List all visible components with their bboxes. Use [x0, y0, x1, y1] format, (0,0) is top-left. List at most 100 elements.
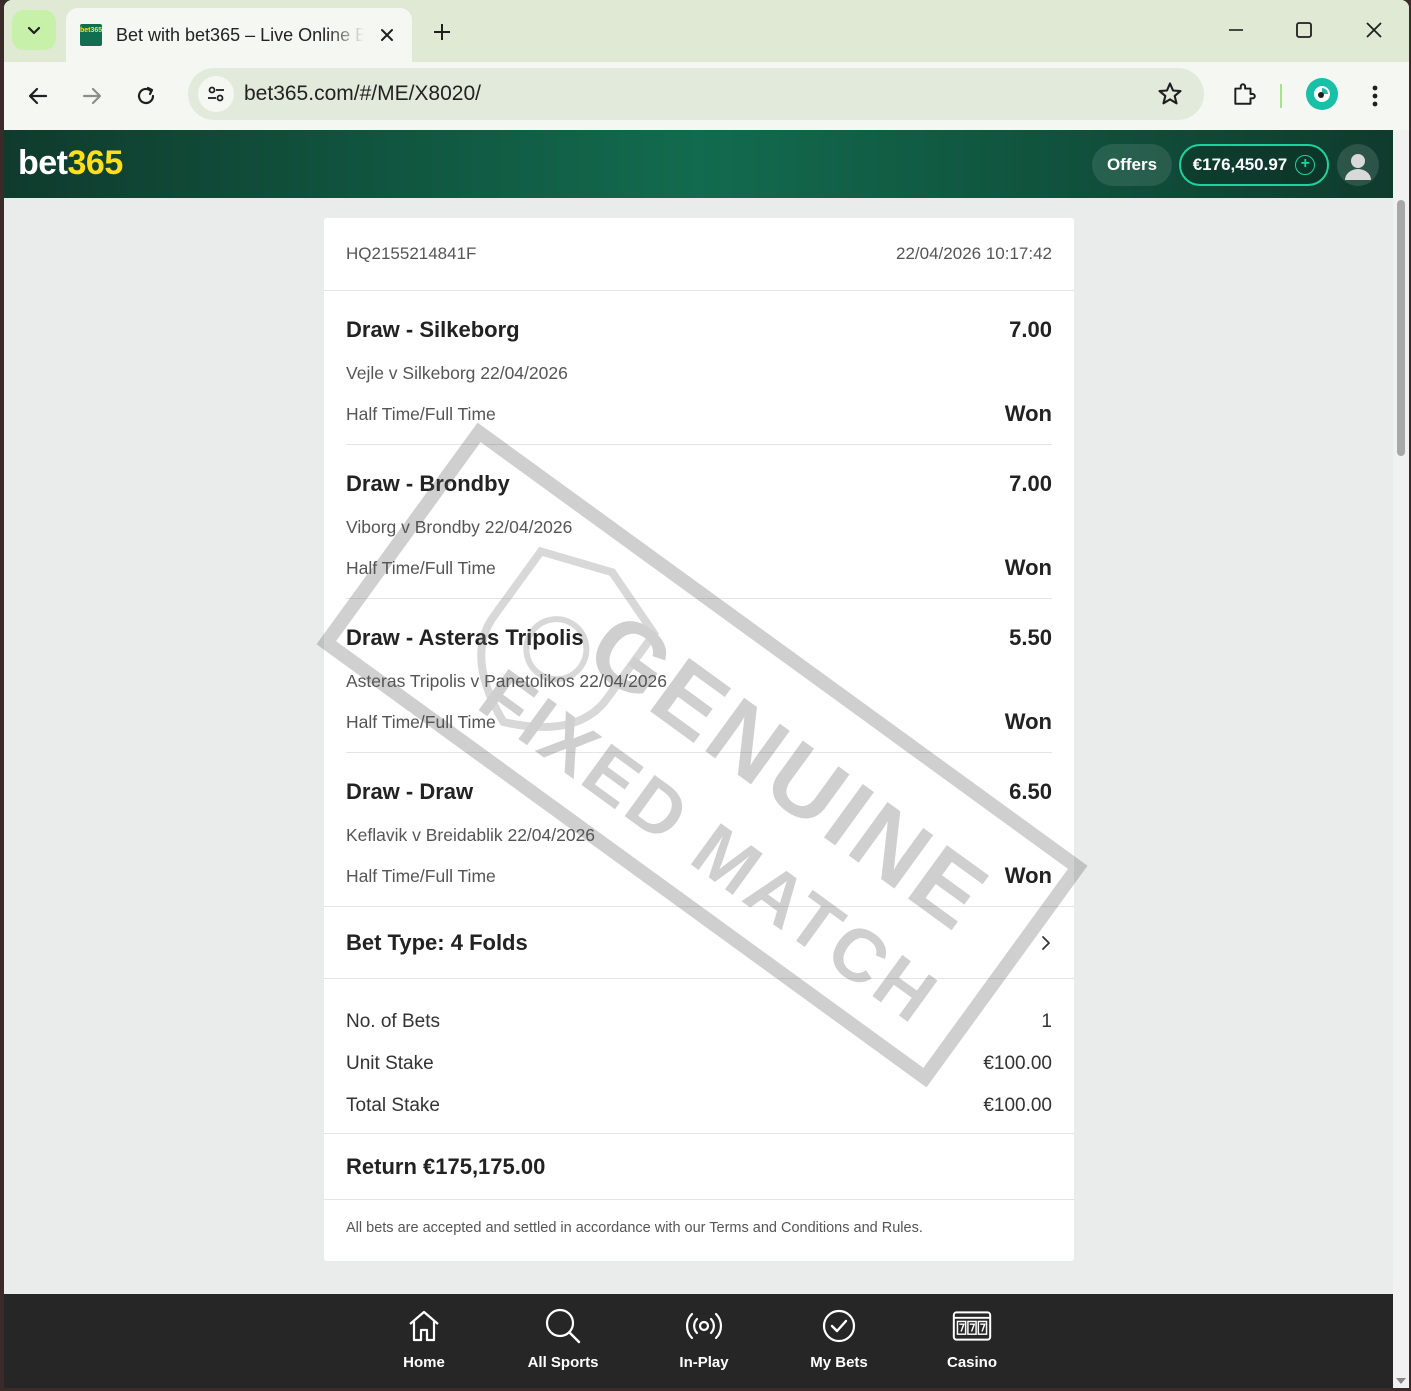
site-header: bet365 Offers €176,450.97 +: [4, 130, 1393, 198]
forward-button[interactable]: [72, 76, 112, 116]
broadcast-icon: [685, 1312, 723, 1340]
bet-selection: Draw - Asteras Tripolis 5.50 Asteras Tri…: [346, 599, 1052, 753]
selection-result: Won: [1004, 709, 1052, 734]
stake-value: 1: [1041, 1011, 1052, 1032]
selection-market: Half Time/Full Time: [346, 558, 496, 578]
bet365-favicon-icon: bet365: [80, 24, 102, 46]
page-scrollbar[interactable]: [1393, 130, 1409, 1388]
bet-receipt-card: HQ2155214841F 22/04/2026 10:17:42 Draw -…: [324, 218, 1074, 1261]
logo-text-yellow: 365: [67, 144, 124, 182]
close-icon: [1366, 22, 1382, 38]
balance-amount: €176,450.97: [1192, 155, 1288, 174]
star-icon: [1158, 82, 1182, 105]
active-tab[interactable]: bet365 Bet with bet365 – Live Online Bet…: [66, 8, 412, 62]
tab-title: Bet with bet365 – Live Online Betting: [116, 24, 365, 45]
page-viewport: bet365 Offers €176,450.97 + HQ2155214841…: [4, 130, 1393, 1388]
selection-odds: 6.50: [1009, 779, 1052, 804]
nav-label: My Bets: [810, 1354, 868, 1371]
arrow-right-icon: [82, 87, 102, 105]
browser-menu-button[interactable]: [1360, 78, 1390, 114]
stake-row: Unit Stake €100.00: [346, 1043, 1052, 1085]
bet-type-label: Bet Type: 4 Folds: [346, 929, 528, 955]
terms-notice: All bets are accepted and settled in acc…: [346, 1219, 923, 1236]
nav-label: Casino: [946, 1354, 997, 1371]
tab-strip: bet365 Bet with bet365 – Live Online Bet…: [4, 0, 1409, 62]
browser-window: bet365 Bet with bet365 – Live Online Bet…: [4, 0, 1409, 1388]
selection-event: Vejle v Silkeborg 22/04/2026: [346, 363, 568, 383]
stake-value: €100.00: [983, 1053, 1052, 1074]
selection-result: Won: [1004, 555, 1052, 580]
url-text: bet365.com/#/ME/X8020/: [244, 82, 481, 105]
toolbar-divider: [1280, 84, 1282, 108]
bet-selection: Draw - Brondby 7.00 Viborg v Brondby 22/…: [346, 445, 1052, 599]
stake-row: No. of Bets 1: [346, 1001, 1052, 1043]
selection-name: Draw - Brondby: [346, 471, 510, 496]
bookmark-button[interactable]: [1156, 80, 1184, 108]
profile-button[interactable]: [1306, 78, 1338, 110]
site-info-button[interactable]: [198, 76, 234, 112]
reload-icon: [137, 86, 155, 105]
selection-market: Half Time/Full Time: [346, 404, 496, 424]
search-icon: [545, 1308, 581, 1344]
selection-result: Won: [1004, 401, 1052, 426]
minimize-icon: [1229, 29, 1243, 31]
stake-label: Unit Stake: [346, 1053, 434, 1074]
selection-result: Won: [1004, 863, 1052, 888]
browser-toolbar: bet365.com/#/ME/X8020/: [4, 62, 1409, 130]
close-window-button[interactable]: [1354, 12, 1394, 48]
address-bar[interactable]: bet365.com/#/ME/X8020/: [188, 68, 1204, 120]
scrollbar-thumb[interactable]: [1397, 200, 1405, 456]
user-icon: [1345, 154, 1371, 180]
tab-close-button[interactable]: [376, 24, 398, 46]
nav-casino[interactable]: Casino: [917, 1306, 1027, 1376]
selection-event: Asteras Tripolis v Panetolikos 22/04/202…: [346, 671, 668, 691]
close-icon: [381, 29, 394, 41]
account-button[interactable]: [1337, 144, 1379, 186]
selection-name: Draw - Asteras Tripolis: [346, 625, 584, 650]
stake-label: No. of Bets: [346, 1011, 440, 1032]
nav-home[interactable]: Home: [369, 1306, 479, 1376]
check-circle-icon: [822, 1309, 856, 1343]
minimize-button[interactable]: [1216, 12, 1256, 48]
selection-market: Half Time/Full Time: [346, 712, 496, 732]
bet-selection: Draw - Silkeborg 7.00 Vejle v Silkeborg …: [346, 291, 1052, 445]
offers-button[interactable]: Offers: [1092, 144, 1172, 186]
selection-event: Keflavik v Breidablik 22/04/2026: [346, 825, 596, 845]
selection-odds: 5.50: [1009, 625, 1052, 650]
selection-name: Draw - Draw: [346, 779, 474, 804]
nav-in-play[interactable]: In-Play: [649, 1306, 759, 1376]
back-button[interactable]: [18, 76, 58, 116]
balance-button[interactable]: €176,450.97 +: [1179, 144, 1329, 186]
maximize-button[interactable]: [1284, 12, 1324, 48]
maximize-icon: [1296, 22, 1312, 38]
selection-odds: 7.00: [1009, 471, 1052, 496]
selection-name: Draw - Silkeborg: [346, 317, 520, 342]
nav-label: All Sports: [527, 1354, 599, 1371]
deposit-plus-icon: +: [1295, 155, 1316, 175]
bet-reference: HQ2155214841F: [346, 244, 477, 263]
bet365-logo[interactable]: bet365: [18, 144, 123, 183]
bet-type-row[interactable]: Bet Type: 4 Folds: [324, 907, 1074, 979]
stake-value: €100.00: [983, 1095, 1052, 1116]
slot-machine-icon: [952, 1311, 992, 1341]
new-tab-button[interactable]: [426, 16, 458, 48]
nav-my-bets[interactable]: My Bets: [784, 1306, 894, 1376]
nav-all-sports[interactable]: All Sports: [508, 1306, 618, 1376]
chevron-right-icon: [1042, 935, 1050, 950]
puzzle-icon: [1234, 83, 1256, 105]
extensions-button[interactable]: [1226, 76, 1262, 112]
tune-icon: [208, 86, 224, 102]
selection-odds: 7.00: [1009, 317, 1052, 342]
bottom-nav: Home All Sports In-Play My Bets Casino: [4, 1294, 1393, 1388]
scroll-down-arrow-icon[interactable]: [1396, 1378, 1406, 1384]
home-icon: [409, 1310, 439, 1342]
stake-label: Total Stake: [346, 1095, 440, 1116]
bet-receipt-header: HQ2155214841F 22/04/2026 10:17:42: [324, 218, 1074, 291]
reload-button[interactable]: [126, 76, 166, 116]
nav-label: Home: [403, 1354, 445, 1371]
tab-search-button[interactable]: [12, 10, 56, 50]
arrow-left-icon: [28, 87, 48, 105]
chevron-down-icon: [27, 26, 41, 35]
selection-event: Viborg v Brondby 22/04/2026: [346, 517, 573, 537]
selection-market: Half Time/Full Time: [346, 866, 496, 886]
